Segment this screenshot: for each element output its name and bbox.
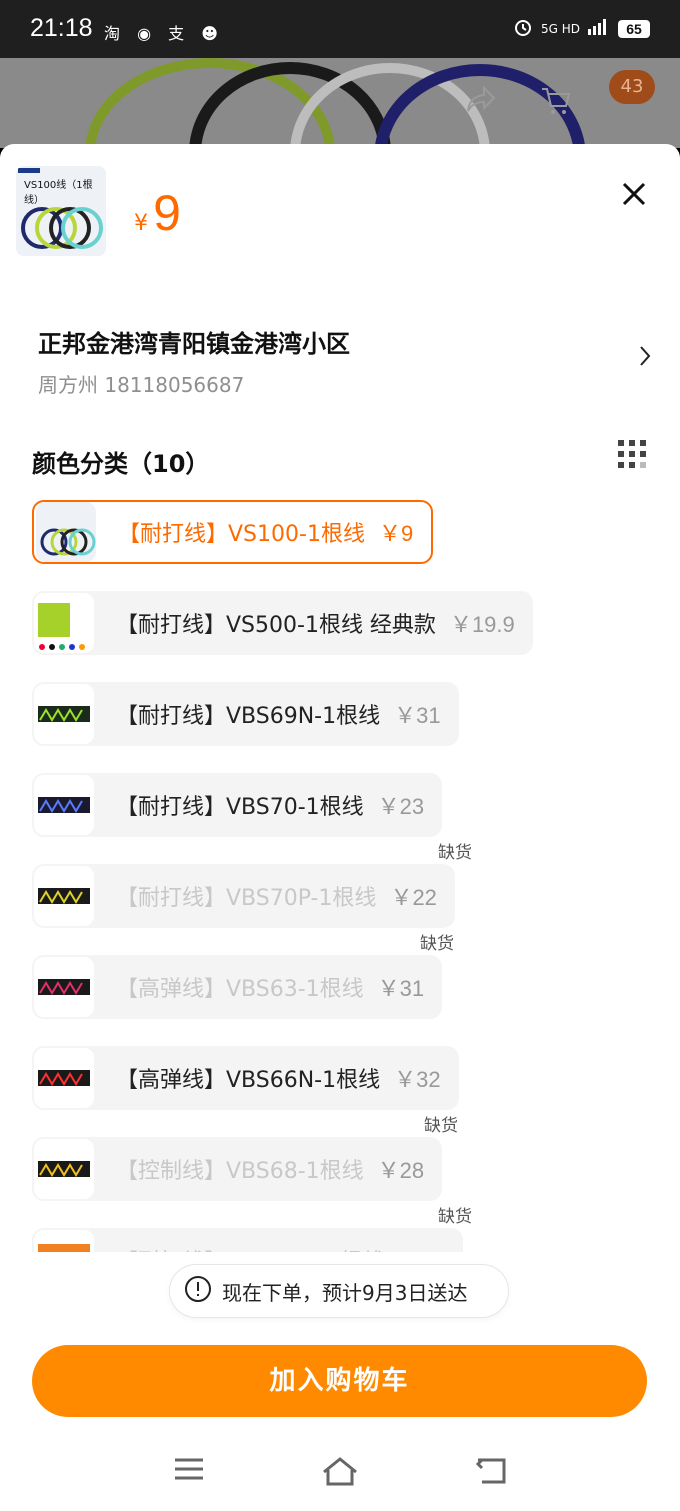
option-price: ￥22	[390, 885, 437, 910]
string-coils-image	[85, 58, 586, 148]
option-thumbnail	[34, 684, 94, 744]
option-price: ￥32	[398, 1244, 444, 1252]
option-label: 【控制线】VBS68-1根线	[116, 1159, 364, 1184]
close-button[interactable]	[620, 180, 648, 208]
option-label: 【耐打线】VBS-66P-1根线	[116, 1244, 384, 1252]
option-label: 【耐打线】VS500-1根线 经典款	[116, 613, 436, 638]
menu-icon[interactable]	[174, 1456, 204, 1486]
notification-app-icons: 淘 ◉ 支 ☻	[104, 24, 224, 43]
option-thumbnail	[34, 775, 94, 835]
option-vbs70[interactable]: 【耐打线】VBS70-1根线 ￥23	[32, 773, 443, 837]
option-label: 【耐打线】VBS70-1根线	[116, 795, 364, 820]
option-vbs70p[interactable]: 【耐打线】VBS70P-1根线 ￥22	[32, 864, 455, 928]
product-image-background	[0, 58, 680, 148]
out-of-stock-tag: 缺货	[438, 1207, 472, 1227]
network-label: 5G HD	[540, 21, 580, 36]
out-of-stock-tag: 缺货	[424, 1116, 458, 1136]
recipient-line: 周方州 18118056687	[38, 373, 245, 397]
price-value: 9	[153, 185, 181, 241]
option-price: ￥9	[378, 521, 414, 546]
option-label: 【高弹线】VBS63-1根线	[116, 977, 364, 1002]
grid-view-icon[interactable]	[618, 440, 646, 472]
option-vbs63[interactable]: 【高弹线】VBS63-1根线 ￥31	[32, 955, 443, 1019]
option-vs100[interactable]: 【耐打线】VS100-1根线 ￥9	[32, 500, 434, 564]
sku-selector-sheet: VS100线（1根线） ¥ 9 正邦金港湾青阳镇金港湾小区 周方州 181180…	[0, 144, 680, 1511]
option-thumbnail	[34, 1230, 94, 1252]
color-option-list: 【耐打线】VS100-1根线 ￥9 【耐打线】VS500-1根线 经典款 ￥19…	[32, 500, 652, 1252]
option-thumbnail	[34, 593, 94, 653]
chevron-right-icon[interactable]	[638, 344, 652, 372]
cart-badge[interactable]: 43	[609, 70, 655, 104]
option-vbs69n[interactable]: 【耐打线】VBS69N-1根线 ￥31	[32, 682, 459, 746]
selected-product-thumbnail: VS100线（1根线）	[16, 166, 106, 256]
add-to-cart-button[interactable]: 加入购物车	[32, 1345, 647, 1417]
option-thumbnail	[34, 957, 94, 1017]
option-price: ￥23	[377, 794, 425, 819]
alarm-icon	[513, 17, 533, 40]
option-vs500[interactable]: 【耐打线】VS500-1根线 经典款 ￥19.9	[32, 591, 533, 655]
status-bar: 21:18 淘 ◉ 支 ☻ 5G HD 65	[0, 0, 680, 58]
shipping-address[interactable]: 正邦金港湾青阳镇金港湾小区 周方州 18118056687	[38, 324, 638, 398]
option-label: 【耐打线】VS100-1根线	[118, 522, 365, 547]
option-vbs66n[interactable]: 【高弹线】VBS66N-1根线 ￥32	[32, 1046, 459, 1110]
price-currency: ¥	[134, 211, 148, 236]
clock: 21:18	[30, 14, 93, 42]
option-vbs68[interactable]: 【控制线】VBS68-1根线 ￥28	[32, 1137, 443, 1201]
info-icon	[184, 1275, 212, 1307]
option-vbs66p[interactable]: 【耐打线】VBS-66P-1根线 ￥32	[32, 1228, 463, 1252]
option-price: ￥31	[394, 703, 441, 728]
option-thumbnail	[34, 866, 94, 926]
home-icon[interactable]	[321, 1456, 359, 1490]
option-price: ￥28	[377, 1158, 425, 1183]
option-thumbnail	[34, 1048, 94, 1108]
color-category-title: 颜色分类（10）	[32, 450, 210, 478]
out-of-stock-tag: 缺货	[420, 934, 454, 954]
share-icon[interactable]	[466, 85, 496, 118]
battery-icon: 65	[618, 19, 650, 38]
option-thumbnail	[36, 502, 96, 562]
back-icon[interactable]	[474, 1456, 508, 1490]
close-icon	[622, 182, 646, 206]
option-label: 【高弹线】VBS66N-1根线	[116, 1068, 381, 1093]
option-label: 【耐打线】VBS69N-1根线	[116, 704, 381, 729]
option-price: ￥31	[377, 976, 425, 1001]
address-line: 正邦金港湾青阳镇金港湾小区	[38, 330, 350, 358]
thumbnail-caption: VS100线（1根线）	[24, 180, 93, 206]
out-of-stock-tag: 缺货	[438, 843, 472, 863]
delivery-estimate-pill: 现在下单，预计9月3日送达	[170, 1265, 508, 1317]
option-price: ￥19.9	[449, 612, 515, 637]
signal-icon	[588, 19, 610, 38]
delivery-text: 现在下单，预计9月3日送达	[222, 1280, 468, 1305]
system-navigation-bar	[0, 1444, 680, 1511]
cart-icon[interactable]	[540, 86, 572, 120]
option-thumbnail	[34, 1139, 94, 1199]
selected-price: ¥ 9	[134, 184, 181, 242]
option-label: 【耐打线】VBS70P-1根线	[116, 886, 377, 911]
option-price: ￥32	[394, 1067, 441, 1092]
